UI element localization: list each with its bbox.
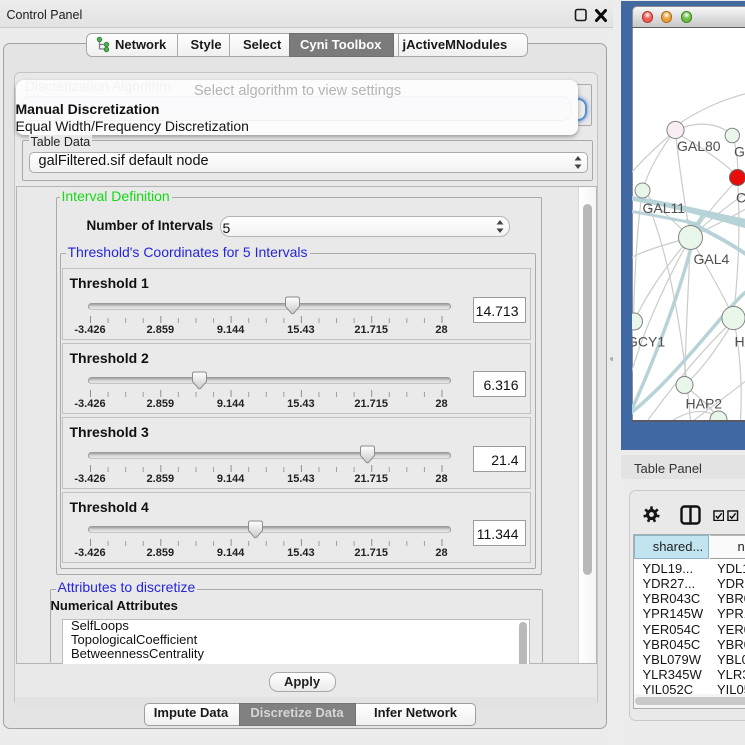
svg-text:GAL80: GAL80 [677,138,721,154]
svg-text:HAP2: HAP2 [685,395,722,411]
svg-text:GCY1: GCY1 [632,333,665,349]
svg-text:GAL4: GAL4 [693,251,729,267]
svg-text:GAL: GAL [734,143,745,159]
svg-text:CR: CR [736,189,745,205]
svg-text:GAL11: GAL11 [642,200,685,216]
svg-text:HA: HA [734,333,745,349]
